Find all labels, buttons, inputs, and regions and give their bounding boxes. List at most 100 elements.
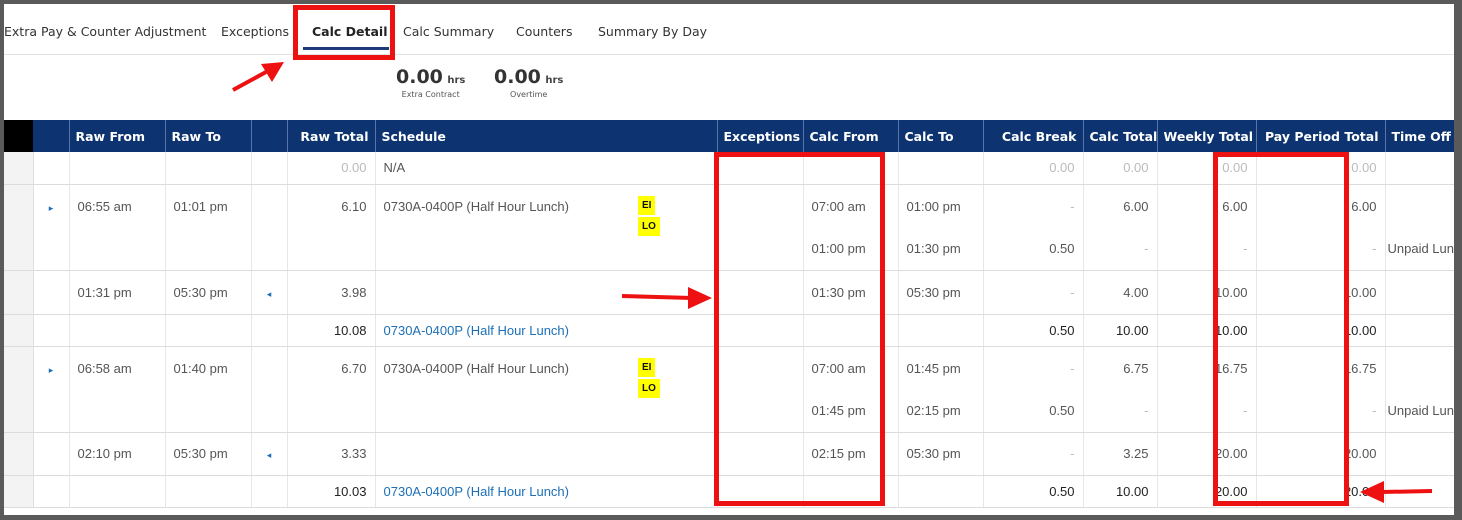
calc-to-cell: 02:15 pm bbox=[898, 390, 984, 433]
table-row: 01:31 pm 05:30 pm ◂ 3.98 01:30 pm 05:30 … bbox=[4, 270, 1454, 315]
raw-total-cell: 3.98 bbox=[287, 270, 376, 315]
pay-period-total-cell: 16.75 bbox=[1256, 346, 1386, 390]
tab-calc-detail[interactable]: Calc Detail bbox=[312, 4, 388, 53]
calc-from-cell: 01:30 pm bbox=[803, 270, 899, 315]
weekly-total-cell: 10.00 bbox=[1157, 314, 1257, 347]
calc-from-cell: 07:00 am bbox=[803, 346, 899, 390]
calc-to-cell: 01:30 pm bbox=[898, 228, 984, 271]
calc-total-cell: 0.00 bbox=[1083, 152, 1158, 185]
pay-period-total-cell: 6.00 bbox=[1256, 184, 1386, 228]
pay-period-total-cell: 10.00 bbox=[1256, 270, 1386, 315]
raw-from-cell: 06:55 am bbox=[69, 184, 166, 228]
table-row: 02:10 pm 05:30 pm ◂ 3.33 02:15 pm 05:30 … bbox=[4, 432, 1454, 476]
table-row: 01:00 pm 01:30 pm 0.50 - - - Unpaid Lunc… bbox=[4, 228, 1454, 271]
raw-to-cell: 05:30 pm bbox=[165, 270, 252, 315]
pay-period-total-cell: 0.00 bbox=[1256, 152, 1386, 185]
table-row: 0.00 N/A 0.00 0.00 0.00 0.00 bbox=[4, 152, 1454, 185]
header-weekly-total[interactable]: Weekly Total bbox=[1157, 120, 1257, 152]
calc-break-cell: - bbox=[983, 346, 1084, 390]
weekly-total-cell: 16.75 bbox=[1157, 346, 1257, 390]
calc-break-cell: - bbox=[983, 432, 1084, 476]
header-exceptions[interactable]: Exceptions bbox=[717, 120, 804, 152]
calc-break-cell: 0.50 bbox=[983, 475, 1084, 508]
extra-contract-unit: hrs bbox=[447, 75, 466, 86]
calc-from-cell: 02:15 pm bbox=[803, 432, 899, 476]
calc-to-cell: 05:30 pm bbox=[898, 270, 984, 315]
collapse-caret-icon[interactable]: ◂ bbox=[267, 450, 272, 460]
weekly-total-cell: - bbox=[1157, 390, 1257, 433]
collapse-caret-icon[interactable]: ◂ bbox=[267, 289, 272, 299]
extra-contract-summary: 0.00 hrs Extra Contract bbox=[396, 66, 465, 99]
raw-to-cell: 05:30 pm bbox=[165, 432, 252, 476]
time-off-cell: Unpaid Lunch bbox=[1385, 228, 1454, 271]
header-schedule[interactable]: Schedule bbox=[375, 120, 718, 152]
tab-calc-summary[interactable]: Calc Summary bbox=[403, 4, 494, 53]
pay-period-total-cell: 20.00 bbox=[1256, 432, 1386, 476]
calc-total-cell: 3.25 bbox=[1083, 432, 1158, 476]
schedule-link[interactable]: 0730A-0400P (Half Hour Lunch) bbox=[375, 475, 718, 508]
exception-badges: EI LO bbox=[638, 357, 660, 399]
overtime-value: 0.00 bbox=[494, 66, 541, 88]
schedule-cell: 0730A-0400P (Half Hour Lunch) bbox=[375, 346, 718, 390]
header-raw-from[interactable]: Raw From bbox=[69, 120, 166, 152]
raw-from-cell: 06:58 am bbox=[69, 346, 166, 390]
exception-badge-lo[interactable]: LO bbox=[638, 379, 660, 398]
table-header-row: Raw From Raw To Raw Total Schedule Excep… bbox=[4, 120, 1454, 152]
calc-to-cell: 01:45 pm bbox=[898, 346, 984, 390]
exception-badges: EI LO bbox=[638, 195, 660, 237]
weekly-total-cell: 0.00 bbox=[1157, 152, 1257, 185]
calc-from-cell: 01:45 pm bbox=[803, 390, 899, 433]
extra-contract-label: Extra Contract bbox=[401, 90, 460, 99]
day-total-row: 10.08 0730A-0400P (Half Hour Lunch) 0.50… bbox=[4, 314, 1454, 347]
header-expand bbox=[33, 120, 70, 152]
header-time-off[interactable]: Time Off bbox=[1385, 120, 1454, 152]
exception-badge-ei[interactable]: EI bbox=[638, 358, 656, 377]
table-row: ▸ 06:58 am 01:40 pm 6.70 0730A-0400P (Ha… bbox=[4, 346, 1454, 390]
active-tab-indicator bbox=[303, 47, 389, 50]
header-calc-from[interactable]: Calc From bbox=[803, 120, 899, 152]
schedule-link[interactable]: N/A bbox=[375, 152, 718, 185]
calc-total-cell: 10.00 bbox=[1083, 475, 1158, 508]
schedule-cell: 0730A-0400P (Half Hour Lunch) bbox=[375, 184, 718, 228]
tab-bar: Extra Pay & Counter Adjustment Exception… bbox=[4, 4, 1454, 55]
exception-badge-lo[interactable]: LO bbox=[638, 217, 660, 236]
calc-break-cell: 0.50 bbox=[983, 314, 1084, 347]
calc-to-cell: 01:00 pm bbox=[898, 184, 984, 228]
raw-total-cell: 6.70 bbox=[287, 346, 376, 390]
header-raw-to[interactable]: Raw To bbox=[165, 120, 252, 152]
tab-summary-by-day[interactable]: Summary By Day bbox=[598, 4, 707, 53]
header-calc-to[interactable]: Calc To bbox=[898, 120, 984, 152]
raw-total-cell: 6.10 bbox=[287, 184, 376, 228]
expand-caret-icon[interactable]: ▸ bbox=[49, 203, 54, 213]
header-pay-period-total[interactable]: Pay Period Total bbox=[1256, 120, 1386, 152]
weekly-total-cell: 10.00 bbox=[1157, 270, 1257, 315]
table-row: ▸ 06:55 am 01:01 pm 6.10 0730A-0400P (Ha… bbox=[4, 184, 1454, 228]
tab-exceptions[interactable]: Exceptions bbox=[221, 4, 289, 53]
calc-break-cell: 0.50 bbox=[983, 390, 1084, 433]
header-calc-break[interactable]: Calc Break bbox=[983, 120, 1084, 152]
header-calc-total[interactable]: Calc Total bbox=[1083, 120, 1158, 152]
calc-to-cell: 05:30 pm bbox=[898, 432, 984, 476]
calc-from-cell: 01:00 pm bbox=[803, 228, 899, 271]
weekly-total-cell: 20.00 bbox=[1157, 475, 1257, 508]
overtime-unit: hrs bbox=[545, 75, 564, 86]
expand-caret-icon[interactable]: ▸ bbox=[49, 365, 54, 375]
calc-total-cell: 4.00 bbox=[1083, 270, 1158, 315]
calc-total-cell: 6.75 bbox=[1083, 346, 1158, 390]
weekly-total-cell: 6.00 bbox=[1157, 184, 1257, 228]
day-total-row: 10.03 0730A-0400P (Half Hour Lunch) 0.50… bbox=[4, 475, 1454, 508]
pay-period-total-cell: - bbox=[1256, 228, 1386, 271]
raw-total-cell: 3.33 bbox=[287, 432, 376, 476]
exception-badge-ei[interactable]: EI bbox=[638, 196, 656, 215]
raw-to-cell: 01:40 pm bbox=[165, 346, 252, 390]
red-arrow-icon bbox=[232, 62, 284, 92]
pay-period-total-cell: 10.00 bbox=[1256, 314, 1386, 347]
header-raw-total[interactable]: Raw Total bbox=[287, 120, 376, 152]
overtime-summary: 0.00 hrs Overtime bbox=[494, 66, 563, 99]
calc-total-cell: - bbox=[1083, 390, 1158, 433]
schedule-link[interactable]: 0730A-0400P (Half Hour Lunch) bbox=[375, 314, 718, 347]
calc-from-cell: 07:00 am bbox=[803, 184, 899, 228]
header-direction bbox=[251, 120, 288, 152]
tab-extra-pay-counter-adjustment[interactable]: Extra Pay & Counter Adjustment bbox=[4, 4, 206, 53]
tab-counters[interactable]: Counters bbox=[516, 4, 572, 53]
